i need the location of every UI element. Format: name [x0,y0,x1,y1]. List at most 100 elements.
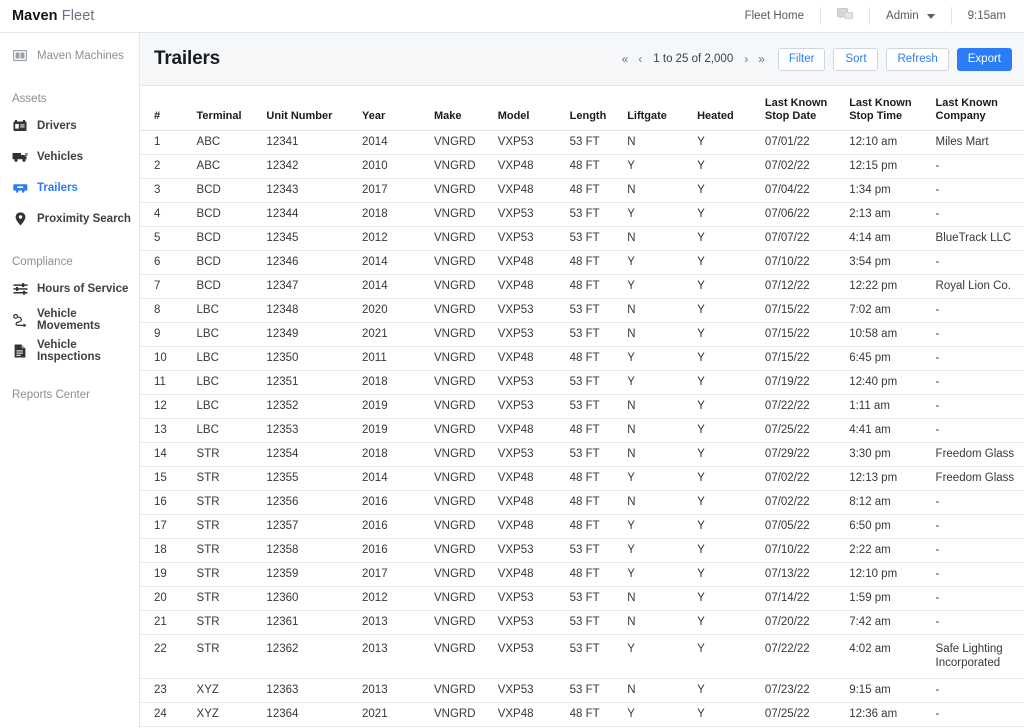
trailers-table-container[interactable]: # Terminal Unit Number Year Make Model L… [140,86,1024,728]
cell-last-known-stop-time: 8:12 am [849,490,936,515]
cell-last-known-stop-time: 2:22 am [849,538,936,563]
sort-button[interactable]: Sort [833,47,879,71]
table-row[interactable]: 16 STR 12356 2016 VNGRD VXP48 48 FT N Y 07/02/22 8… [140,490,1024,515]
cell-year: 2013 [362,634,434,679]
table-row[interactable]: 1 ABC 12341 2014 VNGRD VXP53 53 FT N Y 07/01/22 12… [140,130,1024,155]
table-row[interactable]: 22 STR 12362 2013 VNGRD VXP53 53 FT Y Y 07/22/22 4… [140,634,1024,679]
cell-year: 2016 [362,490,434,515]
cell-model: VXP48 [497,346,570,371]
column-header-make[interactable]: Make [433,86,498,131]
col-line-2: Stop Date [764,109,817,122]
column-header-heated[interactable]: Heated [697,86,765,131]
cell-last-known-stop-date: 07/19/22 [764,370,850,395]
cell-unit-number: 12354 [266,442,363,467]
sidebar-section-label: Compliance [12,256,73,268]
sidebar-item-vehicle-movements[interactable]: Vehicle Movements [0,308,139,332]
table-row[interactable]: 10 LBC 12350 2011 VNGRD VXP48 48 FT Y Y 07/15/22 6… [140,346,1024,371]
table-row[interactable]: 19 STR 12359 2017 VNGRD VXP48 48 FT Y Y 07/13/22 1… [140,562,1024,587]
table-row[interactable]: 17 STR 12357 2016 VNGRD VXP48 48 FT Y Y 07/05/22 6… [140,514,1024,539]
sidebar-item-label: Vehicles [37,151,84,163]
refresh-button[interactable]: Refresh [886,47,949,71]
cell-unit-number: 12355 [266,466,363,491]
cell-heated: Y [697,514,765,539]
admin-label: Admin [886,10,919,22]
cell-model: VXP48 [497,490,570,515]
column-header-liftgate[interactable]: Liftgate [627,86,698,131]
column-header-number[interactable]: # [140,86,197,131]
prev-page-button[interactable]: ‹ [633,53,647,65]
table-row[interactable]: 18 STR 12358 2016 VNGRD VXP53 53 FT Y Y 07/10/22 2… [140,538,1024,563]
last-page-button[interactable]: » [753,53,770,65]
column-header-length[interactable]: Length [569,86,628,131]
column-header-terminal[interactable]: Terminal [196,86,267,131]
table-row[interactable]: 7 BCD 12347 2014 VNGRD VXP48 48 FT Y Y 07/12/22 12… [140,274,1024,299]
sidebar-item-maven-machines[interactable]: Maven Machines [0,44,139,68]
admin-menu[interactable]: Admin [870,7,952,25]
cell-last-known-stop-time: 12:40 pm [849,370,936,395]
app-brand[interactable]: Maven Fleet [12,8,95,24]
column-header-last-known-stop-time[interactable]: Last Known Stop Time [849,86,936,131]
cell-heated: Y [697,202,765,227]
sidebar-item-trailers[interactable]: Trailers [0,176,139,200]
clock-display: 9:15am [952,7,1010,25]
table-row[interactable]: 4 BCD 12344 2018 VNGRD VXP53 53 FT Y Y 07/06/22 2:… [140,202,1024,227]
first-page-button[interactable]: « [617,53,634,65]
table-row[interactable]: 3 BCD 12343 2017 VNGRD VXP48 48 FT N Y 07/04/22 1:… [140,178,1024,203]
messages-button[interactable] [821,7,871,25]
cell-terminal: LBC [196,346,267,371]
table-row[interactable]: 2 ABC 12342 2010 VNGRD VXP48 48 FT Y Y 07/02/22 12… [140,154,1024,179]
column-header-model[interactable]: Model [497,86,570,131]
table-row[interactable]: 11 LBC 12351 2018 VNGRD VXP53 53 FT Y Y 07/19/22 1… [140,370,1024,395]
cell-last-known-company: - [935,702,1024,727]
cell-make: VNGRD [433,154,498,179]
cell-unit-number: 12364 [266,702,363,727]
table-row[interactable]: 15 STR 12355 2014 VNGRD VXP48 48 FT Y Y 07/02/22 1… [140,466,1024,491]
cell-terminal: STR [196,538,267,563]
table-row[interactable]: 12 LBC 12352 2019 VNGRD VXP53 53 FT N Y 07/22/22 1… [140,394,1024,419]
export-button[interactable]: Export [956,47,1012,71]
table-row[interactable]: 20 STR 12360 2012 VNGRD VXP53 53 FT N Y 07/14/22 1… [140,586,1024,611]
fleet-home-link[interactable]: Fleet Home [729,7,822,25]
cell-heated: Y [697,490,765,515]
cell-model: VXP53 [497,678,570,703]
next-page-button[interactable]: › [739,53,753,65]
sidebar-item-label: Maven Machines [37,50,124,62]
table-row[interactable]: 24 XYZ 12364 2021 VNGRD VXP48 48 FT Y Y 07/25/22 1… [140,702,1024,727]
column-header-unit-number[interactable]: Unit Number [266,86,363,131]
sidebar-item-reports-center[interactable]: Reports Center [0,389,139,401]
table-row[interactable]: 14 STR 12354 2018 VNGRD VXP53 53 FT N Y 07/29/22 3… [140,442,1024,467]
cell-last-known-company: - [935,394,1024,419]
cell-liftgate: Y [627,562,698,587]
table-row[interactable]: 8 LBC 12348 2020 VNGRD VXP53 53 FT N Y 07/15/22 7:… [140,298,1024,323]
table-header-row: # Terminal Unit Number Year Make Model L… [140,86,1024,131]
sidebar-item-hours-of-service[interactable]: Hours of Service [0,277,139,301]
cell-make: VNGRD [433,418,498,443]
trailer-icon [12,180,28,196]
cell-last-known-stop-date: 07/22/22 [764,394,850,419]
cell-year: 2019 [362,418,434,443]
col-line-1: Last Known [764,96,828,109]
sidebar-item-vehicle-inspections[interactable]: Vehicle Inspections [0,339,139,363]
sidebar-item-proximity-search[interactable]: Proximity Search [0,207,139,231]
table-row[interactable]: 21 STR 12361 2013 VNGRD VXP53 53 FT N Y 07/20/22 7… [140,610,1024,635]
cell-last-known-stop-date: 07/15/22 [764,346,850,371]
table-row[interactable]: 5 BCD 12345 2012 VNGRD VXP53 53 FT N Y 07/07/22 4:… [140,226,1024,251]
filter-button[interactable]: Filter [777,47,826,71]
column-header-last-known-stop-date[interactable]: Last Known Stop Date [764,86,850,131]
cell-terminal: STR [196,610,267,635]
table-row[interactable]: 6 BCD 12346 2014 VNGRD VXP48 48 FT Y Y 07/10/22 3:… [140,250,1024,275]
column-header-year[interactable]: Year [362,86,434,131]
column-header-last-known-company[interactable]: Last Known Company [935,86,1024,131]
page-header-actions: « ‹ 1 to 25 of 2,000 › » Filter Sort Ref… [617,47,1012,71]
cell-last-known-stop-date: 07/15/22 [764,298,850,323]
table-row[interactable]: 13 LBC 12353 2019 VNGRD VXP48 48 FT N Y 07/25/22 4… [140,418,1024,443]
cell-number: 20 [140,586,197,611]
cell-last-known-stop-date: 07/10/22 [764,250,850,275]
cell-year: 2012 [362,226,434,251]
sidebar-item-vehicles[interactable]: Vehicles [0,145,139,169]
table-row[interactable]: 9 LBC 12349 2021 VNGRD VXP53 53 FT N Y 07/15/22 10… [140,322,1024,347]
cell-unit-number: 12343 [266,178,363,203]
table-row[interactable]: 23 XYZ 12363 2013 VNGRD VXP53 53 FT N Y 07/23/22 9… [140,678,1024,703]
cell-terminal: ABC [196,130,267,155]
sidebar-item-drivers[interactable]: Drivers [0,114,139,138]
